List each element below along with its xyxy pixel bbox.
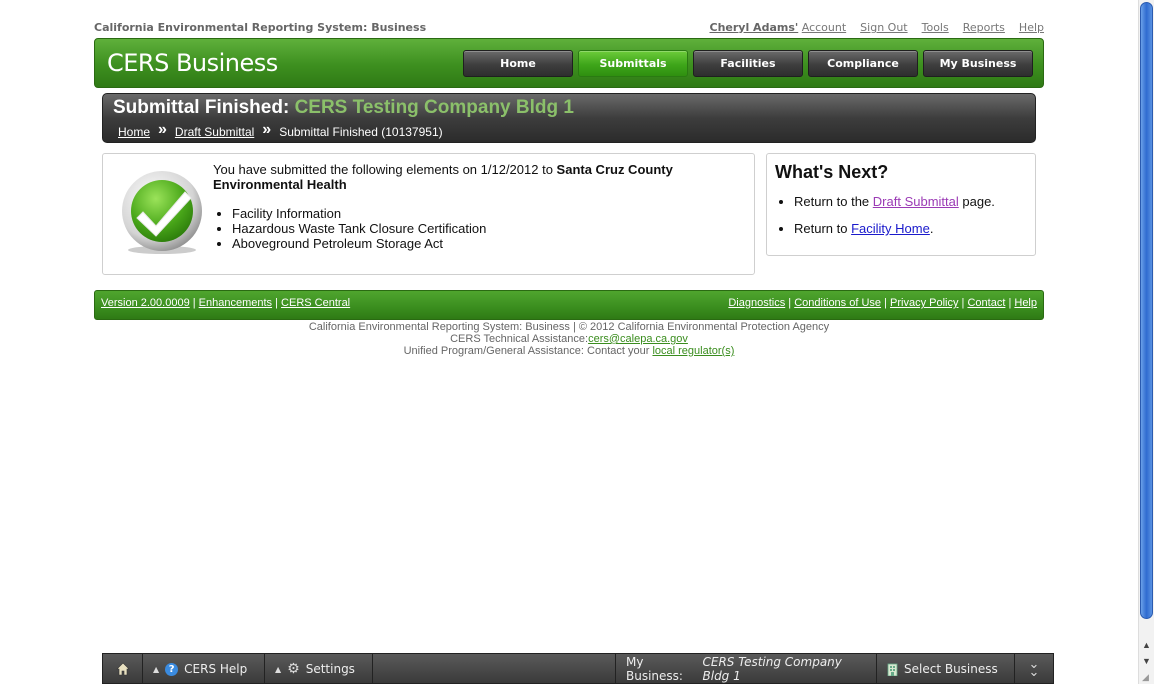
whats-next-list: Return to the Draft Submittal page. Retu…: [794, 194, 995, 248]
browser-viewport: California Environmental Reporting Syste…: [0, 0, 1154, 684]
scroll-up-arrow-icon[interactable]: ▲: [1142, 640, 1151, 650]
success-checkmark-icon: [122, 171, 202, 254]
list-item: Aboveground Petroleum Storage Act: [232, 236, 486, 251]
system-title: California Environmental Reporting Syste…: [94, 21, 427, 34]
user-name[interactable]: Cheryl Adams': [710, 21, 799, 34]
facility-home-link[interactable]: Facility Home: [851, 221, 930, 236]
diagnostics-link[interactable]: Diagnostics: [728, 297, 785, 309]
submitted-elements-list: Facility Information Hazardous Waste Tan…: [232, 206, 486, 251]
item-text: page.: [958, 194, 995, 209]
unified-assistance-label: Unified Program/General Assistance: Cont…: [403, 345, 653, 357]
cers-central-link[interactable]: CERS Central: [281, 297, 350, 309]
nav-facilities-button[interactable]: Facilities: [693, 50, 803, 77]
settings-label: Settings: [305, 662, 355, 676]
unified-assistance: Unified Program/General Assistance: Cont…: [94, 345, 1044, 357]
cers-help-button[interactable]: ▲ ? CERS Help: [143, 654, 265, 684]
bottom-toolbar: ▲ ? CERS Help ▲ ⚙ Settings My Business: …: [102, 653, 1054, 684]
conditions-link[interactable]: Conditions of Use: [794, 297, 881, 309]
reports-link[interactable]: Reports: [963, 21, 1005, 34]
resize-grip-icon[interactable]: ◢: [1142, 672, 1149, 683]
caret-up-icon: ▲: [275, 664, 282, 674]
breadcrumb-separator-icon: »: [262, 121, 272, 138]
home-icon: [115, 662, 130, 676]
item-text: Return to: [794, 221, 852, 236]
local-regulator-link[interactable]: local regulator(s): [652, 345, 734, 357]
tech-assistance-email[interactable]: cers@calepa.ca.gov: [588, 333, 688, 345]
list-item: Facility Information: [232, 206, 486, 221]
help-link[interactable]: Help: [1019, 21, 1044, 34]
nav-my-business-button[interactable]: My Business: [923, 50, 1033, 77]
scrollbar-thumb[interactable]: [1140, 2, 1153, 619]
breadcrumb: Home » Draft Submittal » Submittal Finis…: [118, 121, 443, 139]
enhancements-link[interactable]: Enhancements: [199, 297, 272, 309]
building-icon: [887, 663, 898, 676]
top-strip: California Environmental Reporting Syste…: [94, 19, 1044, 35]
submittal-intro: You have submitted the following element…: [213, 162, 743, 192]
my-business-display: My Business: CERS Testing Company Bldg 1: [615, 654, 877, 684]
scroll-down-arrow-icon[interactable]: ▼: [1142, 656, 1151, 666]
item-text: Return to the: [794, 194, 873, 209]
gear-icon: ⚙: [287, 661, 300, 677]
tools-link[interactable]: Tools: [922, 21, 949, 34]
nav-home-button[interactable]: Home: [463, 50, 573, 77]
breadcrumb-current: Submittal Finished (10137951): [279, 124, 443, 139]
caret-up-icon: ▲: [153, 664, 160, 674]
select-business-label: Select Business: [904, 662, 998, 676]
double-chevron-down-icon: ⌄ ⌄: [1028, 657, 1040, 680]
breadcrumb-home[interactable]: Home: [118, 125, 150, 139]
main-nav: Home Submittals Facilities Compliance My…: [463, 50, 1033, 77]
breadcrumb-separator-icon: »: [158, 121, 167, 138]
list-item: Return to Facility Home.: [794, 221, 995, 236]
account-label[interactable]: Account: [802, 21, 846, 34]
intro-text: You have submitted the following element…: [213, 162, 557, 177]
nav-compliance-button[interactable]: Compliance: [808, 50, 918, 77]
list-item: Hazardous Waste Tank Closure Certificati…: [232, 221, 486, 236]
footer-bar: Version 2.00.0009 | Enhancements | CERS …: [94, 290, 1044, 320]
help-icon: ?: [165, 662, 179, 676]
footer-info: California Environmental Reporting Syste…: [94, 321, 1044, 357]
cers-help-label: CERS Help: [184, 662, 248, 676]
tech-assistance-label: CERS Technical Assistance:: [450, 333, 589, 345]
sign-out-link[interactable]: Sign Out: [860, 21, 907, 34]
footer-left-links: Version 2.00.0009 | Enhancements | CERS …: [101, 297, 351, 309]
footer-right-links: Diagnostics | Conditions of Use | Privac…: [728, 297, 1037, 309]
submittal-summary-panel: You have submitted the following element…: [102, 153, 755, 275]
item-text: .: [929, 221, 934, 236]
copyright-text: California Environmental Reporting Syste…: [308, 321, 830, 333]
account-link[interactable]: Cheryl Adams' Account: [710, 21, 847, 34]
vertical-scrollbar[interactable]: ▲ ▼ ◢: [1138, 0, 1154, 684]
footer-help-link[interactable]: Help: [1014, 297, 1037, 309]
whats-next-panel: What's Next? Return to the Draft Submitt…: [766, 153, 1036, 256]
privacy-link[interactable]: Privacy Policy: [890, 297, 958, 309]
list-item: Return to the Draft Submittal page.: [794, 194, 995, 209]
my-business-label: My Business:: [626, 655, 683, 683]
top-links: Cheryl Adams' Account Sign Out Tools Rep…: [710, 21, 1045, 34]
home-toolbar-button[interactable]: [103, 654, 143, 684]
nav-submittals-button[interactable]: Submittals: [578, 50, 688, 77]
whats-next-title: What's Next?: [775, 162, 889, 182]
collapse-toolbar-button[interactable]: ⌄ ⌄: [1015, 654, 1053, 684]
draft-submittal-link[interactable]: Draft Submittal: [873, 194, 959, 209]
breadcrumb-draft-submittal[interactable]: Draft Submittal: [175, 125, 254, 139]
page-title-subject: CERS Testing Company Bldg 1: [294, 97, 574, 118]
brand-logo[interactable]: CERS Business: [107, 49, 278, 77]
version-link[interactable]: Version 2.00.0009: [101, 297, 190, 309]
tech-assistance: CERS Technical Assistance:cers@calepa.ca…: [94, 333, 1044, 345]
app-header: CERS Business Home Submittals Facilities…: [94, 38, 1044, 88]
my-business-name: CERS Testing Company Bldg 1: [702, 655, 842, 683]
contact-link[interactable]: Contact: [967, 297, 1005, 309]
select-business-button[interactable]: Select Business: [877, 654, 1015, 684]
settings-button[interactable]: ▲ ⚙ Settings: [265, 654, 373, 684]
page-title: Submittal Finished: CERS Testing Company…: [113, 97, 574, 119]
page-title-prefix: Submittal Finished:: [113, 97, 290, 118]
page-title-bar: Submittal Finished: CERS Testing Company…: [102, 93, 1036, 143]
